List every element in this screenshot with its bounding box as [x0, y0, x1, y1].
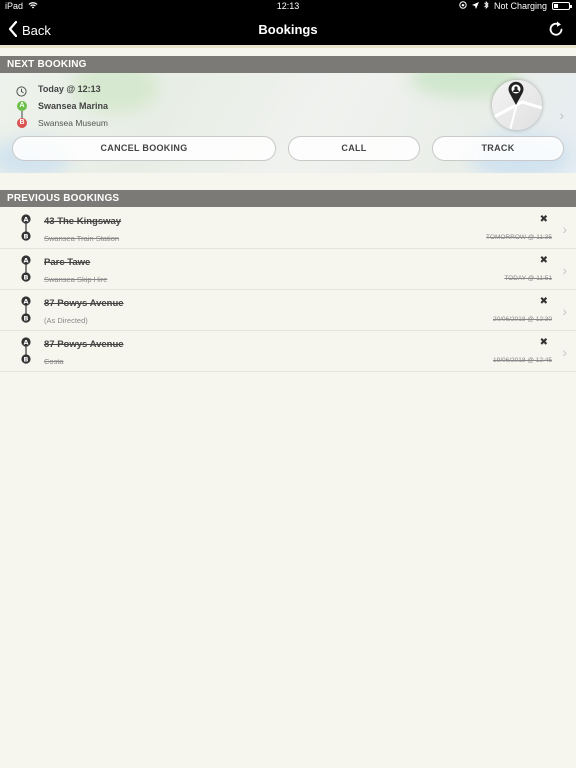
next-booking-header: NEXT BOOKING — [0, 56, 576, 73]
location-icon — [471, 1, 479, 11]
chevron-right-icon: › — [562, 262, 567, 278]
pickup-marker-icon: A — [17, 101, 27, 111]
route-ab-icon: AB — [20, 214, 32, 241]
route-ab-icon: AB — [20, 337, 32, 364]
navigation-bar: Back Bookings — [0, 14, 576, 45]
booking-pickup: Parc Tawe — [44, 257, 91, 268]
track-button[interactable]: TRACK — [432, 136, 564, 161]
rotation-lock-icon — [459, 1, 467, 11]
booking-date: TOMORROW @ 11:35 — [486, 234, 552, 241]
booking-date: 20/06/2018 @ 12:30 — [492, 316, 552, 323]
booking-date: TODAY @ 11:51 — [504, 275, 552, 282]
list-item[interactable]: AB 87 Powys Avenue (As Directed) ✖ 20/06… — [0, 290, 576, 331]
dropoff-address: Swansea Museum — [38, 118, 108, 128]
list-item[interactable]: AB 43 The Kingsway Swansea Train Station… — [0, 208, 576, 249]
booking-dropoff: Swansea Skip Hire — [44, 275, 108, 284]
previous-bookings-header: PREVIOUS BOOKINGS — [0, 190, 576, 207]
booking-dropoff: Costa — [44, 357, 64, 366]
svg-text:B: B — [24, 273, 29, 281]
map-pin-icon — [506, 80, 526, 111]
cancelled-x-icon: ✖ — [539, 255, 548, 266]
route-connector — [21, 111, 23, 118]
svg-text:A: A — [23, 297, 28, 305]
svg-text:A: A — [23, 338, 28, 346]
svg-text:B: B — [24, 314, 29, 322]
svg-text:B: B — [24, 355, 29, 363]
list-item[interactable]: AB Parc Tawe Swansea Skip Hire ✖ TODAY @… — [0, 249, 576, 290]
status-right: Not Charging — [459, 0, 572, 11]
bluetooth-icon — [484, 0, 489, 11]
status-bar: iPad 12:13 Not Charging — [0, 0, 576, 14]
svg-text:A: A — [23, 215, 28, 223]
booking-dropoff: (As Directed) — [44, 316, 88, 325]
route-ab-icon: AB — [20, 296, 32, 323]
booking-date: 19/06/2018 @ 12:45 — [492, 357, 552, 364]
cancelled-x-icon: ✖ — [539, 337, 548, 348]
booking-dropoff: Swansea Train Station — [44, 234, 120, 243]
battery-icon — [552, 2, 572, 10]
cancelled-x-icon: ✖ — [539, 296, 548, 307]
cancel-booking-button[interactable]: CANCEL BOOKING — [12, 136, 276, 161]
next-booking-time: Today @ 12:13 — [38, 84, 101, 94]
route-ab-icon: AB — [20, 255, 32, 282]
booking-pickup: 43 The Kingsway — [44, 216, 122, 227]
charging-status: Not Charging — [493, 1, 547, 11]
chevron-left-icon — [8, 20, 18, 40]
dropoff-marker-icon: B — [17, 118, 27, 128]
svg-text:B: B — [24, 232, 29, 240]
back-button[interactable]: Back — [8, 20, 51, 40]
chevron-right-icon: › — [562, 221, 567, 237]
cancelled-x-icon: ✖ — [539, 214, 548, 225]
chevron-right-icon[interactable]: › — [559, 107, 564, 123]
booking-pickup: 87 Powys Avenue — [44, 339, 124, 350]
chevron-right-icon: › — [562, 303, 567, 319]
booking-pickup: 87 Powys Avenue — [44, 298, 124, 309]
nav-divider — [0, 45, 576, 48]
refresh-icon[interactable] — [547, 20, 565, 38]
chevron-right-icon: › — [562, 344, 567, 360]
list-item[interactable]: AB 87 Powys Avenue Costa ✖ 19/06/2018 @ … — [0, 331, 576, 372]
svg-text:A: A — [23, 256, 28, 264]
back-label: Back — [22, 23, 51, 38]
call-button[interactable]: CALL — [288, 136, 420, 161]
clock-icon — [16, 84, 27, 102]
pickup-address: Swansea Marina — [38, 101, 109, 111]
page-title: Bookings — [258, 22, 318, 37]
